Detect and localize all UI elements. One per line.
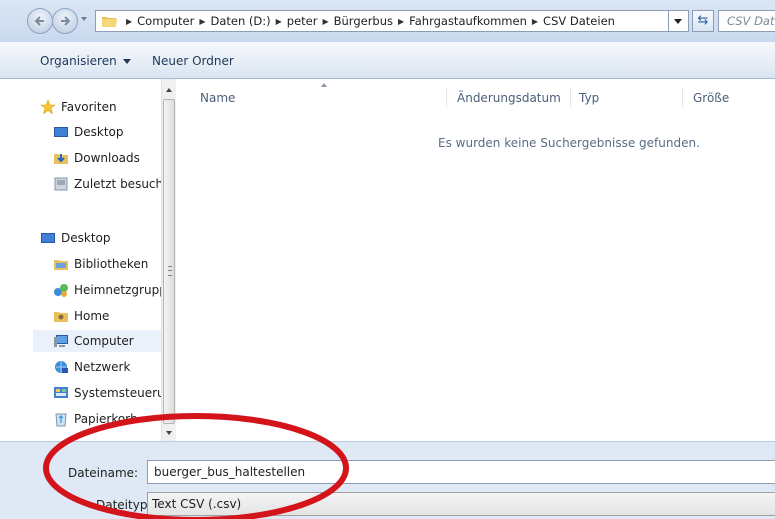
nav-item-desktop-fav[interactable]: Desktop [53,121,124,143]
filetype-label: Dateityp: [96,498,152,512]
nav-item-bibliotheken[interactable]: Bibliotheken [53,253,148,275]
column-header-name[interactable]: Name [200,91,235,105]
forward-button[interactable] [52,8,78,34]
sort-ascending-icon [321,83,327,87]
breadcrumb-item-buergerbus[interactable]: ▶ Bürgerbus [317,14,393,28]
desktop-icon [41,233,55,243]
scroll-down-arrow-icon[interactable] [166,431,172,435]
refresh-button[interactable]: ⇆ [692,10,714,32]
nav-item-label: Home [74,309,110,323]
nav-item-label: Netzwerk [74,360,131,374]
breadcrumb-label: Fahrgastaufkommen [409,14,527,28]
grip-icon [168,266,172,276]
breadcrumb-item-peter[interactable]: ▶ peter [271,14,318,28]
nav-item-label: Bibliotheken [74,257,149,271]
column-header-type[interactable]: Typ [579,91,599,105]
breadcrumb-item-computer[interactable]: ▶ Computer [121,14,194,28]
chevron-right-icon: ▶ [126,16,133,26]
column-divider[interactable] [682,87,683,107]
filetype-select[interactable]: Text CSV (.csv) [147,492,775,516]
save-dialog: ▶ Computer ▶ Daten (D:) ▶ peter ▶ Bürgerbus … [0,0,775,519]
column-header-date-modified[interactable]: Änderungsdatum [457,91,561,105]
chevron-down-icon [122,59,131,64]
filename-label: Dateiname: [68,466,139,480]
back-arrow-icon [34,16,44,26]
nav-item-papierkorb[interactable]: Papierkorb [53,408,138,430]
breadcrumb-item-fahrgastaufkommen[interactable]: ▶ Fahrgastaufkommen [393,14,527,28]
recycle-bin-icon [55,413,67,427]
breadcrumb-label: Bürgerbus [333,14,394,28]
command-bar: Organisieren Neuer Ordner [0,42,775,79]
nav-item-computer[interactable]: Computer [33,330,176,352]
nav-item-zuletzt-besucht[interactable]: Zuletzt besucht [53,173,168,195]
recent-pages-dropdown-icon[interactable] [80,15,88,23]
nav-item-label: Downloads [74,151,140,165]
breadcrumb-label: peter [286,14,318,28]
chevron-right-icon: ▶ [275,16,282,26]
recent-places-icon [54,177,68,191]
filename-input[interactable]: buerger_bus_haltestellen [147,460,775,484]
star-icon [40,99,56,115]
network-icon [55,361,68,373]
chevron-right-icon: ▶ [199,16,206,26]
nav-item-label: Desktop [61,231,111,245]
nav-item-label: Heimnetzgruppe [74,283,175,297]
nav-item-label: Favoriten [61,100,117,114]
nav-item-label: Desktop [74,125,124,139]
breadcrumb[interactable]: ▶ Computer ▶ Daten (D:) ▶ peter ▶ Bürgerbus … [95,10,669,32]
breadcrumb-label: CSV Dateien [543,14,615,28]
empty-results-message: Es wurden keine Suchergebnisse gefunden. [438,136,700,150]
homegroup-icon [54,284,68,297]
column-divider[interactable] [446,87,447,107]
downloads-folder-icon [54,154,68,164]
scrollbar-thumb[interactable] [163,99,175,424]
folder-icon [102,17,117,27]
scroll-up-arrow-icon[interactable] [166,88,172,92]
column-divider[interactable] [570,87,571,107]
nav-item-label: Papierkorb [74,412,138,426]
libraries-icon [54,260,68,270]
address-history-dropdown[interactable] [669,10,689,32]
refresh-icon: ⇆ [697,13,709,28]
save-form: Dateiname: buerger_bus_haltestellen Date… [0,441,775,519]
address-bar-area: ▶ Computer ▶ Daten (D:) ▶ peter ▶ Bürgerbus … [0,0,775,42]
desktop-icon [54,127,68,137]
computer-icon [54,335,68,347]
control-panel-icon [54,387,68,398]
file-list[interactable]: Name Änderungsdatum Typ Größe Es wurden … [178,79,775,441]
navigation-pane: Favoriten Desktop Downloads Zuletzt besu… [33,79,176,439]
new-folder-button[interactable]: Neuer Ordner [152,54,234,68]
nav-pane-scrollbar[interactable] [161,79,176,441]
breadcrumb-label: Daten (D:) [210,14,271,28]
nav-item-systemsteuerung[interactable]: Systemsteuerung [53,382,176,404]
chevron-right-icon: ▶ [398,16,405,26]
back-button[interactable] [27,8,53,34]
organize-label: Organisieren [40,54,117,68]
breadcrumb-item-csv-dateien[interactable]: ▶ CSV Dateien [527,14,615,28]
nav-item-netzwerk[interactable]: Netzwerk [53,356,130,378]
nav-item-favoriten[interactable]: Favoriten [40,96,117,118]
nav-item-downloads[interactable]: Downloads [53,147,140,169]
breadcrumb-label: Computer [137,14,195,28]
chevron-right-icon: ▶ [531,16,539,26]
nav-item-heimnetzgruppe[interactable]: Heimnetzgruppe [53,279,174,301]
search-input[interactable]: CSV Dateien durchsuchen [718,10,775,32]
chevron-down-icon [674,19,682,24]
forward-arrow-icon [61,16,71,26]
breadcrumb-item-daten[interactable]: ▶ Daten (D:) [194,14,270,28]
nav-item-label: Zuletzt besucht [74,177,168,191]
chevron-right-icon: ▶ [322,16,329,26]
column-header-size[interactable]: Größe [693,91,729,105]
user-folder-icon [54,312,68,322]
nav-item-desktop[interactable]: Desktop [40,227,111,249]
organize-button[interactable]: Organisieren [40,54,131,68]
nav-item-home[interactable]: Home [53,305,109,327]
nav-item-label: Computer [74,334,134,348]
